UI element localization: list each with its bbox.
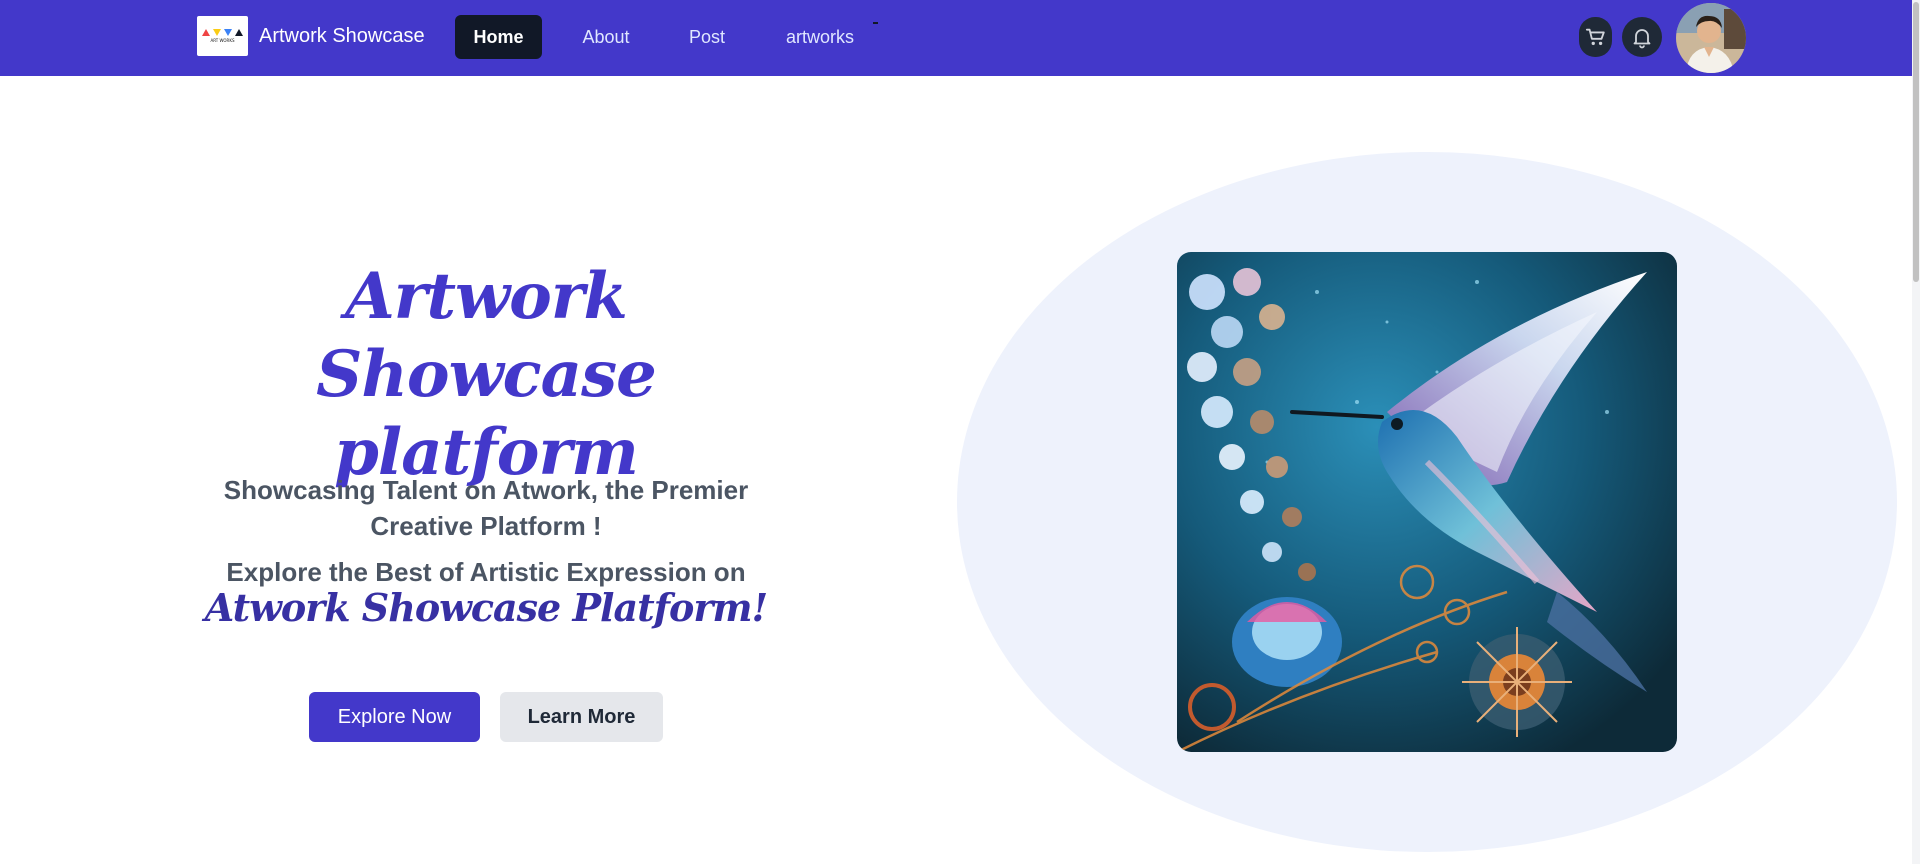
notifications-button[interactable] — [1622, 17, 1662, 57]
hero-title-line-1: Artwork Showcase — [316, 259, 657, 412]
learn-more-button[interactable]: Learn More — [500, 692, 663, 742]
navbar: ART WORKS Artwork Showcase Home About Po… — [0, 0, 1920, 76]
hero-subtitle-line-1: Showcasing Talent on Atwork, the Premier — [223, 475, 749, 505]
hummingbird-artwork-image — [1177, 252, 1677, 752]
hero-subtitle-line-2: Creative Platform ! — [370, 511, 602, 541]
user-avatar-icon — [1676, 3, 1746, 73]
avatar[interactable] — [1676, 3, 1746, 73]
hero-title: Artwork Showcase platform — [180, 258, 792, 492]
hero-script-text: Atwork Showcase Platform! — [204, 585, 768, 630]
caret-mark — [873, 22, 878, 24]
nav-about[interactable]: About — [566, 15, 646, 59]
cart-button[interactable] — [1579, 17, 1612, 57]
logo[interactable]: ART WORKS — [197, 16, 248, 56]
bell-icon — [1633, 29, 1651, 49]
scrollbar-thumb[interactable] — [1913, 2, 1919, 282]
nav-home[interactable]: Home — [455, 15, 542, 59]
logo-mark — [202, 29, 243, 36]
hero-subtitle: Showcasing Talent on Atwork, the Premier… — [180, 472, 792, 544]
brand-name[interactable]: Artwork Showcase — [259, 24, 425, 48]
cart-icon — [1585, 28, 1605, 46]
explore-now-button[interactable]: Explore Now — [309, 692, 480, 742]
nav-post[interactable]: Post — [670, 15, 744, 59]
nav-artworks[interactable]: artworks — [770, 15, 870, 59]
logo-text: ART WORKS — [210, 38, 235, 43]
hero-artwork — [1177, 252, 1677, 752]
